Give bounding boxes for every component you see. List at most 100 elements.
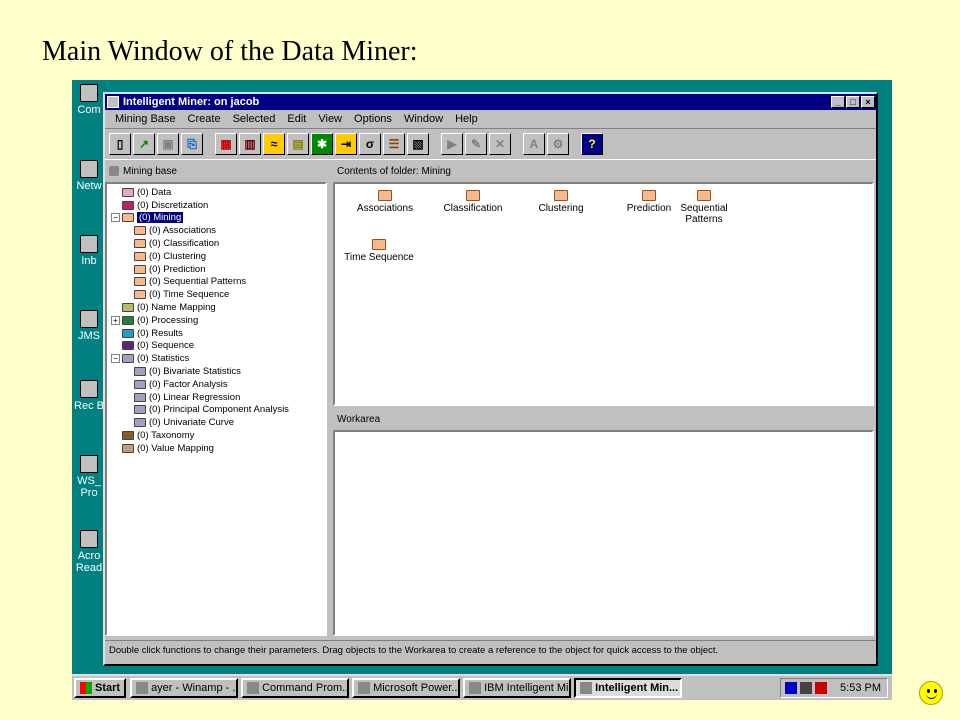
shield-icon[interactable] xyxy=(815,682,828,694)
taskbar-button[interactable]: Command Prom... xyxy=(241,678,350,698)
folder-icon xyxy=(372,239,386,250)
folder-icon xyxy=(134,367,146,377)
folder-item[interactable]: Sequential Patterns xyxy=(675,190,733,225)
processing-icon[interactable]: ✱ xyxy=(311,133,333,155)
desktop-icon[interactable]: Rec B xyxy=(74,380,104,412)
volume-icon[interactable] xyxy=(800,682,813,694)
tree-item[interactable]: (0) Factor Analysis xyxy=(111,378,325,391)
tree-item[interactable]: (0) Results xyxy=(111,327,325,340)
menu-item[interactable]: Options xyxy=(348,113,398,125)
find-icon[interactable]: A xyxy=(523,133,545,155)
smiley-icon xyxy=(919,681,943,705)
tree-item[interactable]: (0) Value Mapping xyxy=(111,442,325,455)
app-icon xyxy=(107,96,119,108)
tree-item-label: (0) Value Mapping xyxy=(137,442,214,454)
tree-item[interactable]: (0) Prediction xyxy=(111,263,325,276)
open-icon[interactable]: ↗ xyxy=(133,133,155,155)
tree-item[interactable]: (0) Classification xyxy=(111,237,325,250)
tree-item[interactable]: − (0) Statistics xyxy=(111,352,325,365)
workarea[interactable] xyxy=(333,430,874,636)
tree-item[interactable]: (0) Principal Component Analysis xyxy=(111,404,325,417)
close-button[interactable]: × xyxy=(861,96,875,108)
results-icon[interactable]: ⇥ xyxy=(335,133,357,155)
task-app-icon xyxy=(358,682,371,694)
copy-icon[interactable]: ⎘ xyxy=(181,133,203,155)
new-icon[interactable]: ▯ xyxy=(109,133,131,155)
tree-item-label: (0) Statistics xyxy=(137,353,190,365)
tree-item-label: (0) Data xyxy=(137,186,172,198)
mining-base-label: Mining base xyxy=(123,165,177,177)
desktop-icon[interactable]: WS_ Pro xyxy=(74,455,104,499)
help-icon[interactable]: ? xyxy=(581,133,603,155)
tree-item[interactable]: (0) Bivariate Statistics xyxy=(111,365,325,378)
sequence-icon[interactable]: σ xyxy=(359,133,381,155)
folder-icon xyxy=(122,315,134,325)
menu-item[interactable]: Selected xyxy=(227,113,282,125)
tree-item[interactable]: (0) Time Sequence xyxy=(111,288,325,301)
menu-item[interactable]: View xyxy=(312,113,348,125)
mining-icon[interactable]: ≈ xyxy=(263,133,285,155)
stop-icon[interactable]: ✎ xyxy=(465,133,487,155)
folder-icon xyxy=(122,328,134,338)
menu-item[interactable]: Help xyxy=(449,113,484,125)
taskbar-button[interactable]: Microsoft Power... xyxy=(352,678,461,698)
run-icon[interactable]: ▶ xyxy=(441,133,463,155)
folder-icon xyxy=(134,239,146,249)
folder-icon xyxy=(134,226,146,236)
desktop-shortcut-icon xyxy=(80,530,98,548)
tree-item-label: (0) Sequential Patterns xyxy=(149,276,247,288)
folder-item[interactable]: Associations xyxy=(345,190,425,214)
tree-item-label: (0) Time Sequence xyxy=(149,289,230,301)
desktop-icon[interactable]: Com xyxy=(74,84,104,116)
expander-icon[interactable]: − xyxy=(111,354,120,364)
folder-icon xyxy=(134,418,146,428)
desktop-icon[interactable]: Netw xyxy=(74,160,104,192)
delete-icon[interactable]: ✕ xyxy=(489,133,511,155)
taxonomy-icon[interactable]: ▧ xyxy=(407,133,429,155)
tree-item[interactable]: (0) Sequence xyxy=(111,340,325,353)
tree-item[interactable]: (0) Data xyxy=(111,186,325,199)
tree-item[interactable]: (0) Taxonomy xyxy=(111,429,325,442)
desktop-icon[interactable]: Inb xyxy=(74,235,104,267)
discretization-icon[interactable]: ▥ xyxy=(239,133,261,155)
maximize-button[interactable]: □ xyxy=(846,96,860,108)
desktop-icon[interactable]: Acro Read xyxy=(74,530,104,574)
expander-icon[interactable]: − xyxy=(111,213,120,223)
menu-item[interactable]: Window xyxy=(398,113,449,125)
taskbar-button[interactable]: Intelligent Min... xyxy=(574,678,683,698)
menu-bar: Mining Base Create Selected Edit View Options… xyxy=(105,110,876,128)
start-button[interactable]: Start xyxy=(74,678,127,698)
tree-item[interactable]: (0) Sequential Patterns xyxy=(111,276,325,289)
tree-item[interactable]: (0) Associations xyxy=(111,224,325,237)
desktop-icon[interactable]: JMS xyxy=(74,310,104,342)
folder-icon xyxy=(554,190,568,201)
menu-item[interactable]: Mining Base xyxy=(109,113,182,125)
name-mapping-icon[interactable]: ▤ xyxy=(287,133,309,155)
tree-item[interactable]: (0) Univariate Curve xyxy=(111,416,325,429)
menu-item[interactable]: Create xyxy=(182,113,227,125)
menu-item[interactable]: Edit xyxy=(281,113,312,125)
settings-icon[interactable]: ⚙ xyxy=(547,133,569,155)
folder-icon xyxy=(697,190,711,201)
tree-item[interactable]: + (0) Processing xyxy=(111,314,325,327)
expander-icon[interactable]: + xyxy=(111,315,120,325)
tree-item[interactable]: − (0) Mining xyxy=(111,212,325,225)
folder-item[interactable]: Time Sequence xyxy=(339,239,419,263)
tree-item[interactable]: (0) Linear Regression xyxy=(111,391,325,404)
tree-item[interactable]: (0) Name Mapping xyxy=(111,301,325,314)
folder-item[interactable]: Classification xyxy=(433,190,513,214)
folder-icon xyxy=(122,200,134,210)
folder-icon xyxy=(122,431,134,441)
desktop: Com Netw Inb JMS Rec B WS_ Pro Acro Read Intel… xyxy=(72,80,892,700)
statistics-icon[interactable]: ☰ xyxy=(383,133,405,155)
title-bar[interactable]: Intelligent Miner: on jacob _ □ × xyxy=(105,94,876,110)
minimize-button[interactable]: _ xyxy=(831,96,845,108)
save-icon[interactable]: ▣ xyxy=(157,133,179,155)
taskbar-button[interactable]: IBM Intelligent Mi... xyxy=(463,678,572,698)
data-icon[interactable]: ▦ xyxy=(215,133,237,155)
taskbar-button[interactable]: ayer - Winamp - ... xyxy=(130,678,239,698)
network-icon[interactable] xyxy=(785,682,798,694)
tree-item[interactable]: (0) Discretization xyxy=(111,199,325,212)
tree-item[interactable]: (0) Clustering xyxy=(111,250,325,263)
folder-item[interactable]: Clustering xyxy=(521,190,601,214)
